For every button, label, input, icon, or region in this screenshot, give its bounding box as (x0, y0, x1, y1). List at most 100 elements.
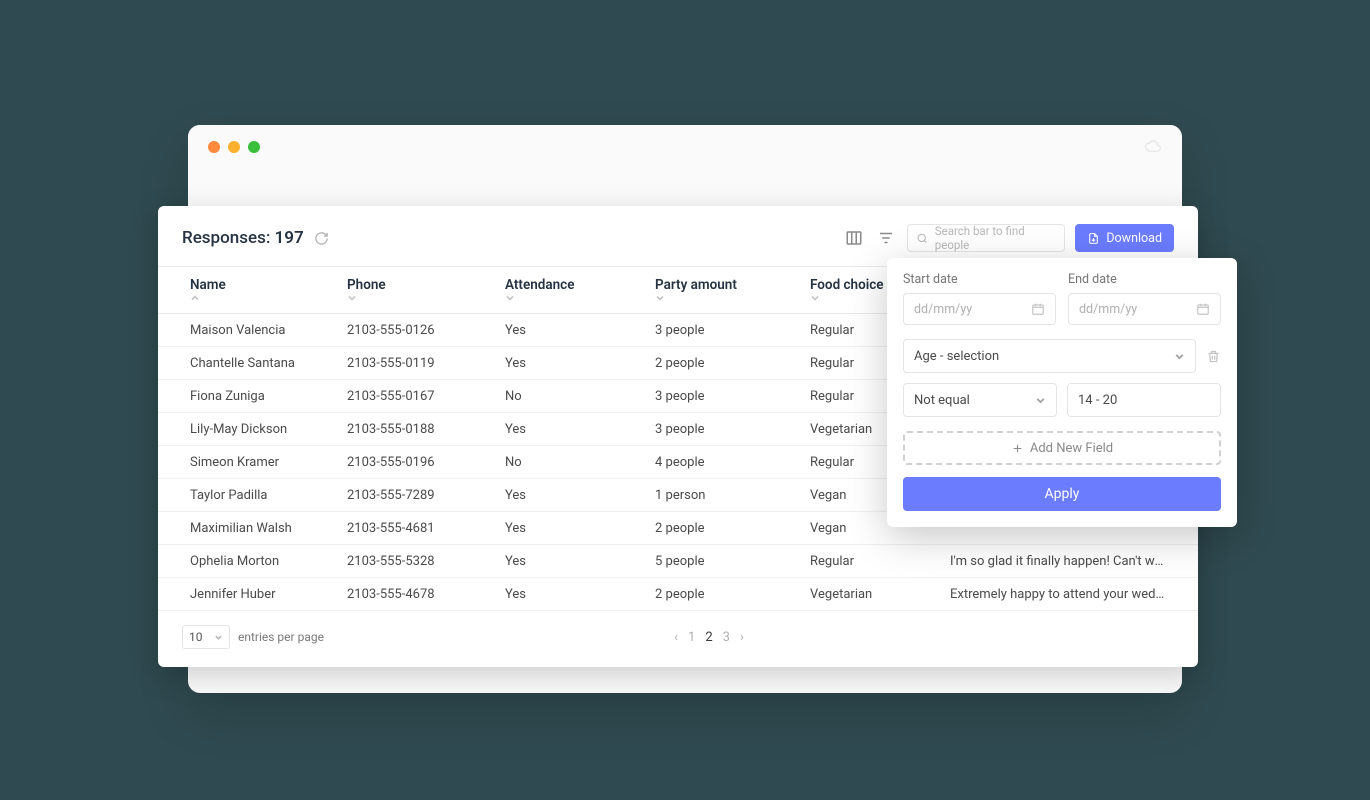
cell-party: 3 people (631, 314, 786, 347)
toolbar: Responses: 197 Search bar to find people… (158, 206, 1198, 266)
table-footer: 10 entries per page ‹ 1 2 3 › (158, 611, 1198, 667)
cell-phone: 2103-555-0167 (323, 380, 481, 413)
maximize-window-button[interactable] (248, 141, 260, 153)
col-phone[interactable]: Phone (323, 267, 481, 314)
download-button[interactable]: Download (1075, 224, 1174, 252)
close-window-button[interactable] (208, 141, 220, 153)
cell-party: 5 people (631, 545, 786, 578)
cell-party: 2 people (631, 347, 786, 380)
filter-popover: Start date dd/mm/yy End date dd/mm/yy Ag… (887, 258, 1237, 527)
cell-name: Chantelle Santana (158, 347, 323, 380)
search-input[interactable]: Search bar to find people (907, 224, 1065, 252)
cell-name: Simeon Kramer (158, 446, 323, 479)
refresh-button[interactable] (314, 231, 329, 246)
col-attendance[interactable]: Attendance (481, 267, 631, 314)
cell-name: Taylor Padilla (158, 479, 323, 512)
cell-message: Extremely happy to attend your wedding… (926, 578, 1198, 611)
cell-name: Maximilian Walsh (158, 512, 323, 545)
entries-per-page-select[interactable]: 10 (182, 625, 230, 649)
search-placeholder: Search bar to find people (935, 224, 1057, 252)
cell-food: Vegetarian (786, 578, 926, 611)
download-icon (1087, 232, 1100, 245)
add-field-label: Add New Field (1030, 441, 1113, 456)
page-3[interactable]: 3 (723, 630, 730, 645)
cell-party: 2 people (631, 512, 786, 545)
cell-name: Lily-May Dickson (158, 413, 323, 446)
cell-attendance: No (481, 446, 631, 479)
cell-name: Maison Valencia (158, 314, 323, 347)
cell-party: 4 people (631, 446, 786, 479)
filter-value-input[interactable]: 14 - 20 (1067, 383, 1221, 417)
sync-icon (1144, 140, 1162, 154)
sort-asc-icon (190, 293, 315, 303)
responses-heading: Responses: 197 (182, 228, 304, 248)
cell-name: Jennifer Huber (158, 578, 323, 611)
cell-phone: 2103-555-5328 (323, 545, 481, 578)
cell-phone: 2103-555-7289 (323, 479, 481, 512)
table-row[interactable]: Jennifer Huber2103-555-4678Yes2 peopleVe… (158, 578, 1198, 611)
calendar-icon (1031, 302, 1045, 316)
calendar-icon (1196, 302, 1210, 316)
filter-icon[interactable] (875, 227, 897, 249)
plus-icon (1011, 442, 1024, 455)
prev-page[interactable]: ‹ (674, 630, 678, 645)
search-icon (916, 232, 928, 245)
columns-icon[interactable] (843, 227, 865, 249)
cell-attendance: No (481, 380, 631, 413)
chevron-down-icon (347, 293, 473, 303)
filter-condition-value: Not equal (914, 393, 970, 408)
cell-party: 3 people (631, 380, 786, 413)
start-date-input[interactable]: dd/mm/yy (903, 293, 1056, 325)
cell-phone: 2103-555-0188 (323, 413, 481, 446)
chevron-down-icon (1035, 395, 1046, 406)
col-party[interactable]: Party amount (631, 267, 786, 314)
cell-attendance: Yes (481, 413, 631, 446)
cell-phone: 2103-555-0119 (323, 347, 481, 380)
cell-attendance: Yes (481, 512, 631, 545)
cell-party: 1 person (631, 479, 786, 512)
chevron-down-icon (1174, 351, 1185, 362)
chevron-down-icon (214, 633, 223, 642)
title-bar (188, 125, 1182, 169)
cell-name: Ophelia Morton (158, 545, 323, 578)
cell-party: 3 people (631, 413, 786, 446)
delete-filter-button[interactable] (1206, 349, 1221, 364)
chevron-down-icon (655, 293, 778, 303)
page-1[interactable]: 1 (688, 630, 695, 645)
filter-condition-select[interactable]: Not equal (903, 383, 1057, 417)
col-name[interactable]: Name (158, 267, 323, 314)
filter-value: 14 - 20 (1078, 393, 1117, 408)
download-label: Download (1106, 231, 1162, 246)
entries-value: 10 (189, 630, 203, 644)
chevron-down-icon (505, 293, 623, 303)
apply-button[interactable]: Apply (903, 477, 1221, 511)
add-new-field-button[interactable]: Add New Field (903, 431, 1221, 465)
cell-message: I'm so glad it finally happen! Can't wai… (926, 545, 1198, 578)
cell-phone: 2103-555-4681 (323, 512, 481, 545)
filter-field-select[interactable]: Age - selection (903, 339, 1196, 373)
filter-field-value: Age - selection (914, 349, 999, 364)
traffic-lights (208, 141, 260, 153)
cell-food: Regular (786, 545, 926, 578)
cell-attendance: Yes (481, 479, 631, 512)
cell-attendance: Yes (481, 314, 631, 347)
minimize-window-button[interactable] (228, 141, 240, 153)
cell-attendance: Yes (481, 578, 631, 611)
cell-attendance: Yes (481, 347, 631, 380)
entries-label: entries per page (238, 630, 324, 644)
pagination: ‹ 1 2 3 › (674, 630, 744, 645)
start-date-label: Start date (903, 272, 1056, 287)
cell-attendance: Yes (481, 545, 631, 578)
date-placeholder: dd/mm/yy (914, 302, 972, 317)
table-row[interactable]: Ophelia Morton2103-555-5328Yes5 peopleRe… (158, 545, 1198, 578)
cell-phone: 2103-555-0196 (323, 446, 481, 479)
date-placeholder: dd/mm/yy (1079, 302, 1137, 317)
end-date-label: End date (1068, 272, 1221, 287)
apply-label: Apply (1045, 486, 1080, 502)
cell-party: 2 people (631, 578, 786, 611)
page-2[interactable]: 2 (705, 630, 712, 645)
cell-name: Fiona Zuniga (158, 380, 323, 413)
next-page[interactable]: › (740, 630, 744, 645)
end-date-input[interactable]: dd/mm/yy (1068, 293, 1221, 325)
cell-phone: 2103-555-0126 (323, 314, 481, 347)
